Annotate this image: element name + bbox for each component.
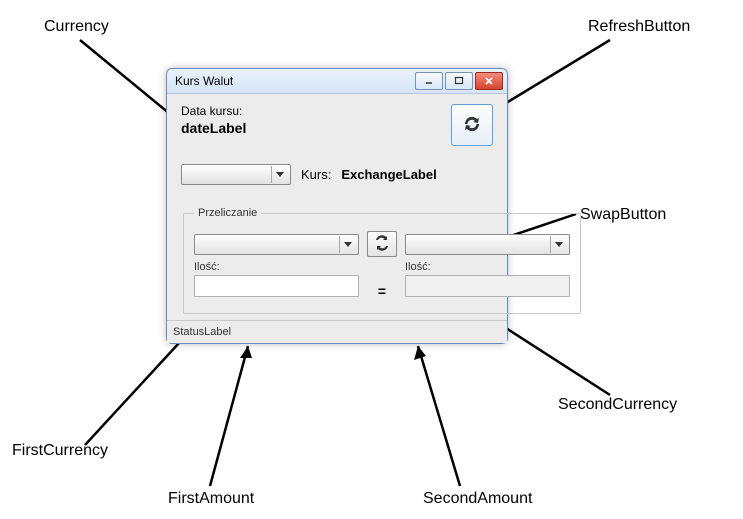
minimize-button[interactable]: [415, 72, 443, 90]
annotation-second-amount: SecondAmount: [423, 490, 532, 508]
date-value-label: dateLabel: [181, 120, 451, 136]
exchange-rate-value: ExchangeLabel: [341, 167, 436, 182]
first-currency-select[interactable]: [194, 234, 359, 255]
app-window: Kurs Walut Data kursu: dateLabel: [166, 68, 508, 344]
chevron-down-icon: [550, 236, 567, 253]
annotation-second-currency: SecondCurrency: [558, 396, 677, 414]
equals-label: =: [368, 257, 396, 299]
maximize-button[interactable]: [445, 72, 473, 90]
refresh-button[interactable]: [451, 104, 493, 146]
annotation-first-amount: FirstAmount: [168, 490, 254, 508]
annotation-first-currency: FirstCurrency: [12, 442, 108, 460]
annotation-refresh: RefreshButton: [588, 18, 690, 36]
annotation-currency: Currency: [44, 18, 109, 36]
statusbar: StatusLabel: [167, 320, 507, 343]
swap-button[interactable]: [367, 231, 397, 257]
swap-icon: [373, 235, 391, 254]
annotation-swap: SwapButton: [580, 206, 666, 224]
refresh-icon: [460, 112, 484, 139]
currency-select[interactable]: [181, 164, 291, 185]
close-button[interactable]: [475, 72, 503, 90]
window-title: Kurs Walut: [175, 74, 415, 88]
first-amount-input[interactable]: [194, 275, 359, 297]
second-amount-label: Ilość:: [405, 261, 570, 273]
date-title-label: Data kursu:: [181, 104, 451, 118]
chevron-down-icon: [271, 166, 288, 183]
second-amount-output[interactable]: [405, 275, 570, 297]
conversion-group: Przeliczanie Ilość:: [183, 207, 581, 314]
conversion-group-title: Przeliczanie: [194, 207, 261, 219]
second-currency-select[interactable]: [405, 234, 570, 255]
first-amount-label: Ilość:: [194, 261, 359, 273]
status-label: StatusLabel: [173, 326, 231, 338]
titlebar[interactable]: Kurs Walut: [167, 69, 507, 94]
chevron-down-icon: [339, 236, 356, 253]
rate-label: Kurs:: [301, 167, 331, 182]
